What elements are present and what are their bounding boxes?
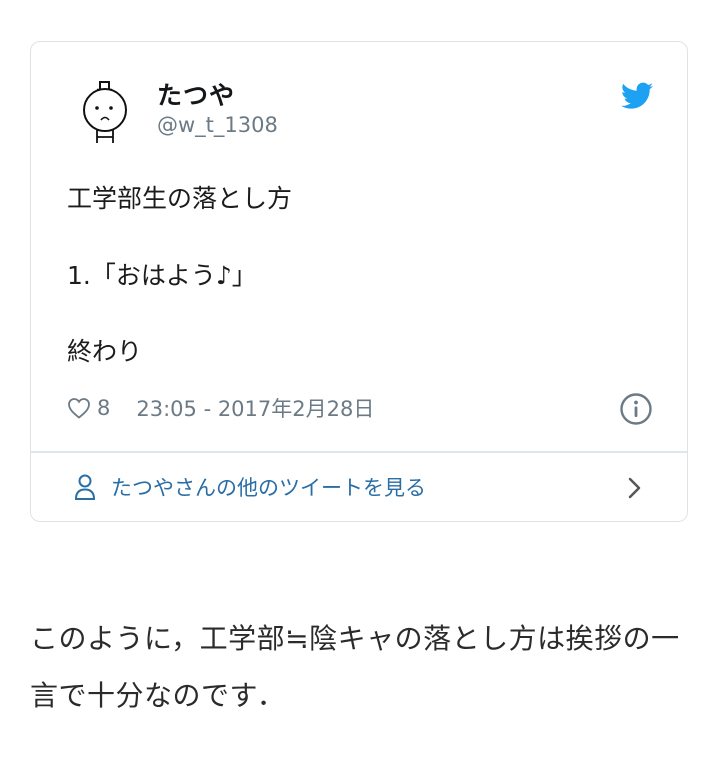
tweet-text-line-1: 工学部生の落とし方 [67,184,293,213]
more-tweets-label[interactable]: たつやさんの他のツイートを見る [111,472,426,502]
card-divider [31,451,687,453]
user-handle[interactable]: @w_t_1308 [157,113,278,137]
info-icon[interactable] [619,392,653,426]
like-count[interactable]: 8 [97,396,110,420]
twitter-bird-icon[interactable] [621,82,653,110]
tweet-text-line-3: 終わり [67,337,143,366]
article-paragraph: このように，工学部≒陰キャの落とし方は挨拶の一言で十分なのです． [30,622,680,712]
tweet-meta: 8 23:05 - 2017年2月28日 [67,392,374,424]
tweet-timestamp[interactable]: 23:05 - 2017年2月28日 [136,393,374,423]
more-tweets-link[interactable]: たつやさんの他のツイートを見る [73,470,426,504]
heart-icon[interactable] [67,397,91,419]
chevron-right-icon[interactable] [623,475,645,501]
tweet-card[interactable]: たつや @w_t_1308 工学部生の落とし方 1.「おはよう♪」 終わり 8 … [30,41,688,522]
display-name[interactable]: たつや [157,76,235,112]
avatar[interactable] [76,79,134,149]
tweet-text-line-2: 1.「おはよう♪」 [67,261,257,290]
person-icon [74,474,96,500]
